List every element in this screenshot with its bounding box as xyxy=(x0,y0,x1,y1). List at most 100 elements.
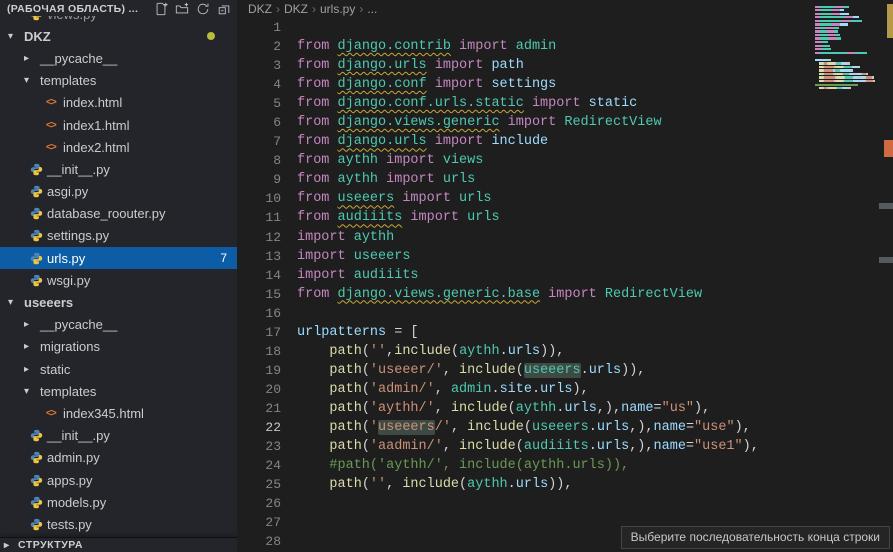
code-line-15[interactable]: 15from django.views.generic.base import … xyxy=(237,285,877,304)
code-line-25[interactable]: 25 path('', include(aythh.urls)), xyxy=(237,475,877,494)
line-number[interactable]: 17 xyxy=(237,323,281,342)
line-number[interactable]: 12 xyxy=(237,228,281,247)
tree-item-templates[interactable]: ▾templates xyxy=(0,380,237,402)
line-number[interactable]: 10 xyxy=(237,189,281,208)
tree-item-index2-html[interactable]: <>index2.html xyxy=(0,136,237,158)
line-number[interactable]: 4 xyxy=(237,75,281,94)
tree-item-label: urls.py xyxy=(47,251,85,266)
tree-item-settings-py[interactable]: settings.py xyxy=(0,225,237,247)
line-number[interactable]: 18 xyxy=(237,342,281,361)
code-line-18[interactable]: 18 path('',include(aythh.urls)), xyxy=(237,342,877,361)
code-line-9[interactable]: 9from aythh import urls xyxy=(237,170,877,189)
tree-item-urls-py[interactable]: urls.py7 xyxy=(0,247,237,269)
code-line-1[interactable]: 1 xyxy=(237,18,877,37)
new-folder-icon[interactable] xyxy=(175,2,189,16)
line-number[interactable]: 3 xyxy=(237,56,281,75)
breadcrumb-item[interactable]: ... xyxy=(367,2,377,16)
tree-item-wsgi-py[interactable]: wsgi.py xyxy=(0,269,237,291)
collapse-all-icon[interactable] xyxy=(217,2,231,16)
line-number[interactable]: 5 xyxy=(237,94,281,113)
eol-tooltip-text: Выберите последовательность конца строки xyxy=(631,530,880,544)
code-line-23[interactable]: 23 path('aadmin/', include(audiiits.urls… xyxy=(237,437,877,456)
code-line-17[interactable]: 17urlpatterns = [ xyxy=(237,323,877,342)
tree-item-init-py[interactable]: __init__.py xyxy=(0,158,237,180)
code-line-5[interactable]: 5from django.conf.urls.static import sta… xyxy=(237,94,877,113)
tree-item-index-html[interactable]: <>index.html xyxy=(0,92,237,114)
line-number[interactable]: 23 xyxy=(237,437,281,456)
tree-item-pycache[interactable]: ▸__pycache__ xyxy=(0,47,237,69)
line-number[interactable]: 20 xyxy=(237,380,281,399)
line-number[interactable]: 7 xyxy=(237,132,281,151)
tree-item-models-py[interactable]: models.py xyxy=(0,491,237,513)
code-line-20[interactable]: 20 path('admin/', admin.site.urls), xyxy=(237,380,877,399)
code-line-21[interactable]: 21 path('aythh/', include(aythh.urls,),n… xyxy=(237,399,877,418)
line-number[interactable]: 28 xyxy=(237,532,281,551)
code-line-3[interactable]: 3from django.urls import path xyxy=(237,56,877,75)
line-number[interactable]: 14 xyxy=(237,266,281,285)
code-line-14[interactable]: 14import audiiits xyxy=(237,266,877,285)
line-number[interactable]: 24 xyxy=(237,456,281,475)
line-number[interactable]: 11 xyxy=(237,208,281,227)
tree-item-apps-py[interactable]: apps.py xyxy=(0,469,237,491)
line-number[interactable]: 15 xyxy=(237,285,281,304)
line-number[interactable]: 2 xyxy=(237,37,281,56)
code-line-8[interactable]: 8from aythh import views xyxy=(237,151,877,170)
minimap-line xyxy=(815,84,879,86)
line-number[interactable]: 6 xyxy=(237,113,281,132)
overview-ruler[interactable] xyxy=(879,0,893,552)
token: RedirectView xyxy=(564,115,661,130)
code-line-16[interactable]: 16 xyxy=(237,304,877,323)
line-number[interactable]: 13 xyxy=(237,247,281,266)
line-number[interactable]: 22 xyxy=(237,418,281,437)
tree-item-templates[interactable]: ▾templates xyxy=(0,70,237,92)
code-line-22[interactable]: 22 path('useeers/', include(useeers.urls… xyxy=(237,418,877,437)
breadcrumb-item[interactable]: DKZ xyxy=(248,2,272,16)
code-line-6[interactable]: 6from django.views.generic import Redire… xyxy=(237,113,877,132)
line-number[interactable]: 8 xyxy=(237,151,281,170)
tree-item-useeers[interactable]: ▾useeers xyxy=(0,291,237,313)
line-number[interactable]: 1 xyxy=(237,18,281,37)
tree-item-tests-py[interactable]: tests.py xyxy=(0,513,237,535)
line-number[interactable]: 25 xyxy=(237,475,281,494)
tree-item-pycache[interactable]: ▸__pycache__ xyxy=(0,314,237,336)
line-number[interactable]: 19 xyxy=(237,361,281,380)
tree-item-dkz[interactable]: ▾DKZ xyxy=(0,25,237,47)
tree-item-init-py[interactable]: __init__.py xyxy=(0,425,237,447)
minimap[interactable] xyxy=(815,2,879,108)
code-line-7[interactable]: 7from django.urls import include xyxy=(237,132,877,151)
token: ( xyxy=(362,363,370,378)
tree-item-migrations[interactable]: ▸migrations xyxy=(0,336,237,358)
tree-item-index345-html[interactable]: <>index345.html xyxy=(0,402,237,424)
line-number[interactable]: 21 xyxy=(237,399,281,418)
token: ), xyxy=(743,439,759,454)
code-line-13[interactable]: 13import useeers xyxy=(237,247,877,266)
outline-section-header[interactable]: ▸ СТРУКТУРА xyxy=(0,537,237,552)
code-line-11[interactable]: 11from audiiits import urls xyxy=(237,208,877,227)
code-line-26[interactable]: 26 xyxy=(237,494,877,513)
line-number[interactable]: 27 xyxy=(237,513,281,532)
token: django.contrib xyxy=(338,39,451,54)
line-content: urlpatterns = [ xyxy=(281,323,419,342)
breadcrumb-item[interactable]: DKZ xyxy=(284,2,308,16)
tree-item-index1-html[interactable]: <>index1.html xyxy=(0,114,237,136)
tree-item-database-roouter-py[interactable]: database_roouter.py xyxy=(0,203,237,225)
tree-item-admin-py[interactable]: admin.py xyxy=(0,447,237,469)
code-line-19[interactable]: 19 path('useeer/', include(useeers.urls)… xyxy=(237,361,877,380)
code-line-24[interactable]: 24 #path('aythh/', include(aythh.urls)), xyxy=(237,456,877,475)
code-line-10[interactable]: 10from useeers import urls xyxy=(237,189,877,208)
line-number[interactable]: 16 xyxy=(237,304,281,323)
minimap-line xyxy=(815,41,879,43)
code-lines[interactable]: 12from django.contrib import admin3from … xyxy=(237,18,877,552)
new-file-icon[interactable] xyxy=(154,2,168,16)
tree-item-asgi-py[interactable]: asgi.py xyxy=(0,181,237,203)
code-line-2[interactable]: 2from django.contrib import admin xyxy=(237,37,877,56)
tree-item-static[interactable]: ▸static xyxy=(0,358,237,380)
line-number[interactable]: 26 xyxy=(237,494,281,513)
code-line-4[interactable]: 4from django.conf import settings xyxy=(237,75,877,94)
breadcrumb-item[interactable]: urls.py xyxy=(320,2,355,16)
token: . xyxy=(581,363,589,378)
code-line-12[interactable]: 12import aythh xyxy=(237,228,877,247)
line-number[interactable]: 9 xyxy=(237,170,281,189)
explorer-section-header[interactable]: (РАБОЧАЯ ОБЛАСТЬ) ... xyxy=(0,0,237,16)
refresh-icon[interactable] xyxy=(196,2,210,16)
